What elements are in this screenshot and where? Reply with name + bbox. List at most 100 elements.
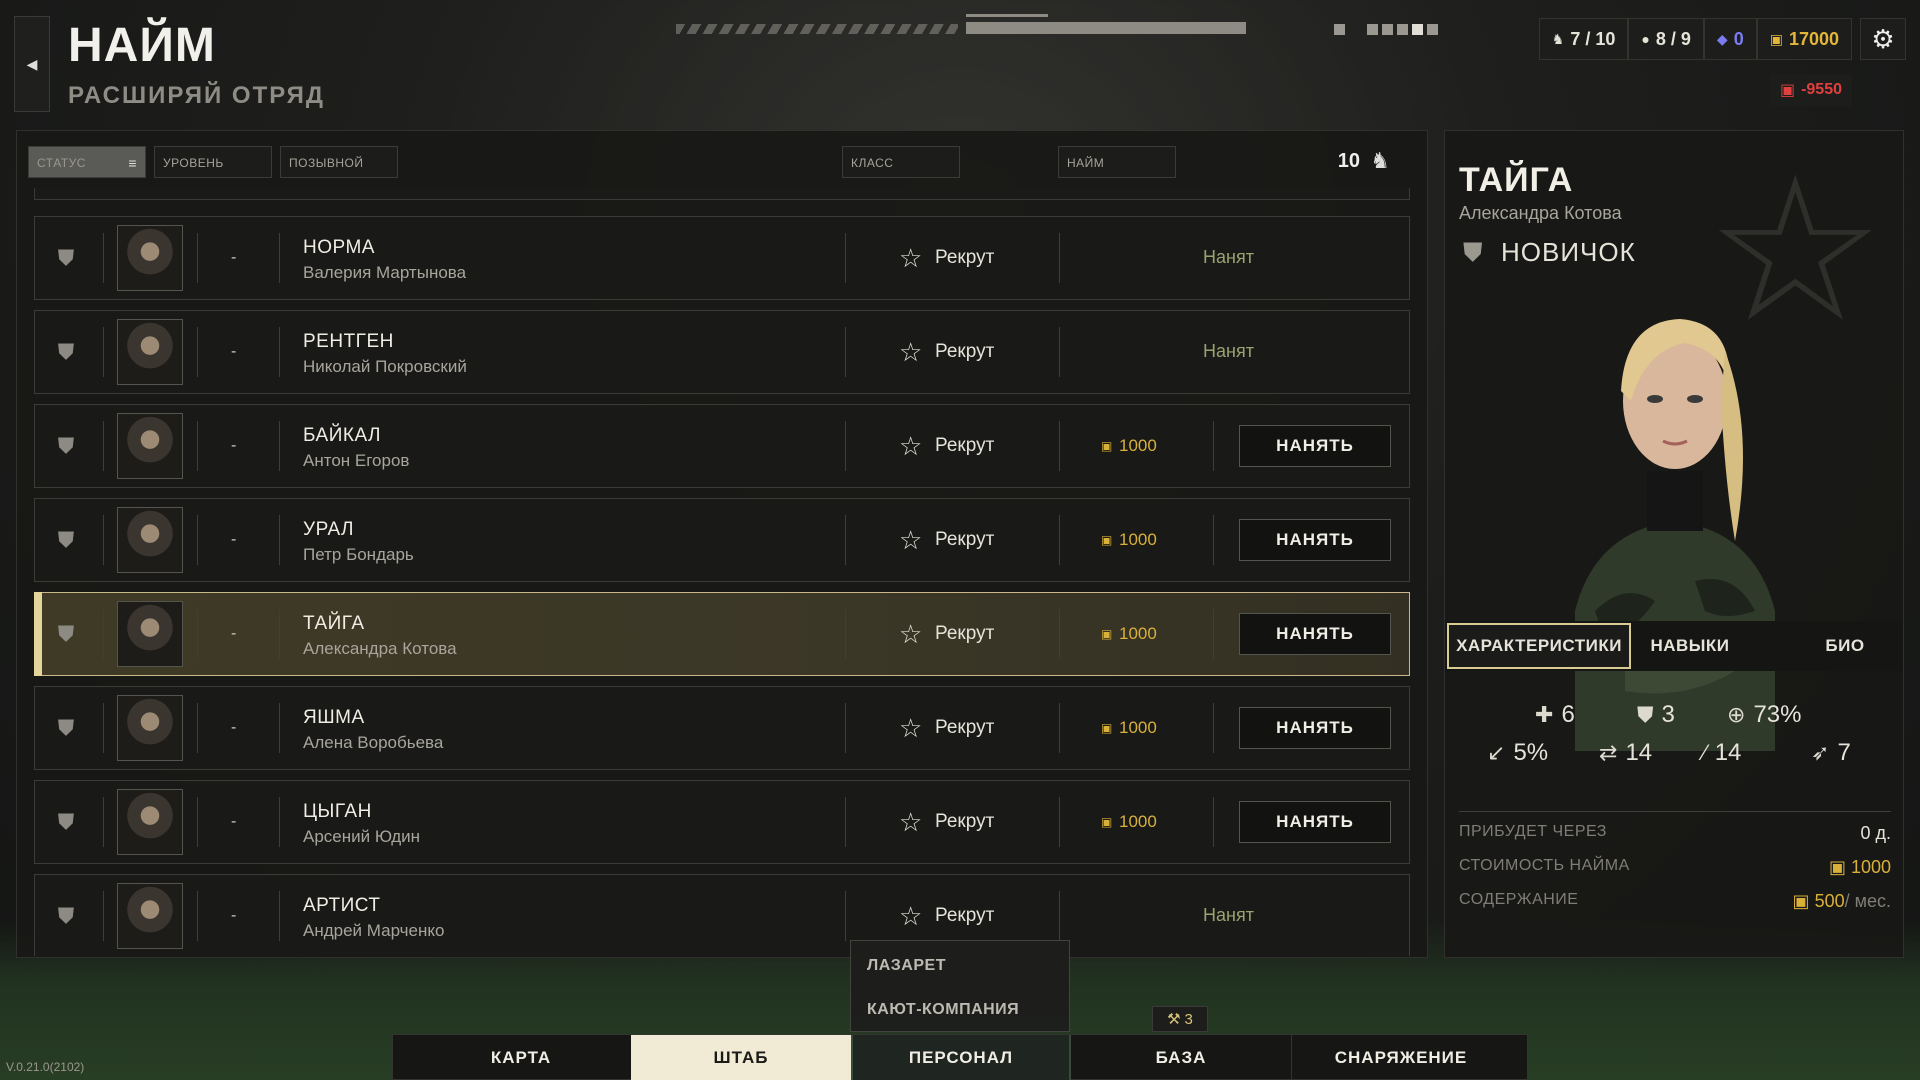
recruit-price: 1000	[1119, 530, 1157, 549]
recruit-avatar	[117, 507, 183, 573]
recruit-fullname: Николай Покровский	[303, 357, 467, 376]
recruit-price: 1000	[1119, 812, 1157, 831]
shield-star-icon: ⛊	[57, 903, 75, 928]
divider	[197, 797, 198, 847]
arrives-row: ПРИБУДЕТ ЧЕРЕЗ 0 д.	[1459, 823, 1891, 847]
recruit-fullname: Алена Воробьева	[303, 733, 444, 752]
diamond-icon: ◆	[1716, 30, 1728, 47]
shield-star-icon: ⛊	[57, 527, 75, 552]
shield-icon: ⛊	[1637, 702, 1654, 727]
resource-bar: ♞ 7 / 10 ● 8 / 9 ◆ 0 ▣ 17000	[1538, 18, 1852, 60]
menu-item-wardroom[interactable]: КАЮТ-КОМПАНИЯ	[867, 1001, 1019, 1019]
tab-bio[interactable]: БИО	[1805, 623, 1885, 669]
recruit-row[interactable]: ⛊ - УРАЛ Петр Бондарь ☆ Рекрут ▣ 1000 НАНЯТЬ	[34, 498, 1410, 582]
progress-solid-bar	[966, 22, 1246, 34]
star-icon: ☆	[899, 619, 923, 649]
recruit-level: -	[231, 719, 237, 736]
filter-class[interactable]: КЛАСС	[842, 146, 960, 178]
recruit-detail-panel: ☆ ТАЙГА Александра Котова ⛊ НОВИЧОК ХАРА…	[1444, 130, 1904, 958]
hire-button[interactable]: НАНЯТЬ	[1239, 425, 1391, 467]
recruit-callsign: РЕНТГЕН	[303, 331, 394, 352]
hire-button[interactable]: НАНЯТЬ	[1239, 801, 1391, 843]
settings-button[interactable]: ⚙	[1860, 18, 1906, 60]
expense-value: -9550	[1801, 81, 1842, 98]
divider	[1459, 811, 1891, 812]
shield-star-icon: ⛊	[57, 809, 75, 834]
recruit-callsign: АРТИСТ	[303, 895, 381, 916]
recruits-value: 7 / 10	[1570, 28, 1616, 49]
nav-tab-hq[interactable]: ШТАБ	[631, 1035, 851, 1080]
stat-accuracy: ⊕ 73%	[1727, 701, 1802, 728]
recruit-row[interactable]: ⛊ - ЦЫГАН Арсений Юдин ☆ Рекрут ▣ 1000 НАНЯТЬ	[34, 780, 1410, 864]
money-icon: ▣	[1101, 439, 1113, 453]
divider	[279, 233, 280, 283]
filter-level[interactable]: УРОВЕНЬ	[154, 146, 272, 178]
divider	[103, 421, 104, 471]
divider	[1059, 891, 1060, 941]
tab-characteristics[interactable]: ХАРАКТЕРИСТИКИ	[1447, 623, 1631, 669]
dot	[1367, 24, 1378, 35]
recruit-row[interactable]: ⛊ - ЯШМА Алена Воробьева ☆ Рекрут ▣ 1000 НАНЯТЬ	[34, 686, 1410, 770]
divider	[1213, 703, 1214, 753]
star-icon: ☆	[899, 243, 923, 273]
recruit-fullname: Андрей Марченко	[303, 921, 445, 940]
hire-button[interactable]: НАНЯТЬ	[1239, 707, 1391, 749]
hire-button[interactable]: НАНЯТЬ	[1239, 519, 1391, 561]
shield-star-icon: ⛊	[57, 245, 75, 270]
recruit-row[interactable]: ⛊ - ТАЙГА Александра Котова ☆ Рекрут ▣ 1000 НАНЯ…	[34, 592, 1410, 676]
recruit-row[interactable]: ⛊ - БАЙКАЛ Антон Егоров ☆ Рекрут ▣ 1000 НАНЯТЬ	[34, 404, 1410, 488]
person-icon: ●	[1641, 31, 1650, 47]
stat-armor: ⛊ 3	[1637, 701, 1675, 728]
arrives-label: ПРИБУДЕТ ЧЕРЕЗ	[1459, 823, 1607, 840]
tab-skills[interactable]: НАВЫКИ	[1635, 623, 1745, 669]
recruit-row[interactable]: ⛊ - АРТИСТ Андрей Марченко ☆ Рекрут Нанят	[34, 874, 1410, 956]
hire-button[interactable]: НАНЯТЬ	[1239, 613, 1391, 655]
money-icon: ▣	[1769, 30, 1783, 47]
dot	[1397, 24, 1408, 35]
nav-tab-map[interactable]: КАРТА	[411, 1035, 631, 1080]
diamonds-value: 0	[1733, 28, 1744, 49]
recruit-row[interactable]: ⛊ - РЕНТГЕН Николай Покровский ☆ Рекрут Нанят	[34, 310, 1410, 394]
recruit-avatar	[117, 789, 183, 855]
money-value: 17000	[1788, 28, 1839, 49]
stat-evasion: ⇄ 14	[1599, 739, 1653, 766]
hired-status: Нанят	[1203, 247, 1254, 267]
nav-tab-base[interactable]: БАЗА	[1071, 1035, 1291, 1080]
recruit-row[interactable]: ⛊ - НОРМА Валерия Мартынова ☆ Рекрут Нанят	[34, 216, 1410, 300]
arrives-value: 0 д.	[1860, 823, 1891, 843]
upkeep-row: СОДЕРЖАНИЕ ▣ 500/ мес.	[1459, 891, 1891, 915]
filter-hire[interactable]: НАЙМ	[1058, 146, 1176, 178]
money-icon: ▣	[1792, 891, 1815, 911]
money-counter: ▣ 17000	[1756, 18, 1852, 60]
divider	[103, 703, 104, 753]
divider	[845, 515, 846, 565]
stat-crit: ↙ 5%	[1487, 739, 1549, 766]
shield-star-icon: ⛊	[57, 339, 75, 364]
divider	[1059, 515, 1060, 565]
recruit-avatar	[117, 883, 183, 949]
divider	[197, 233, 198, 283]
divider	[1059, 703, 1060, 753]
divider	[1213, 797, 1214, 847]
divider	[845, 327, 846, 377]
divider	[103, 797, 104, 847]
star-icon: ☆	[899, 337, 923, 367]
divider	[279, 421, 280, 471]
recruit-callsign: ЦЫГАН	[303, 801, 372, 822]
recruit-callsign: ЯШМА	[303, 707, 365, 728]
back-button[interactable]: ◀	[14, 16, 50, 112]
dodge-icon: ⇄	[1599, 740, 1618, 765]
recruit-fullname: Валерия Мартынова	[303, 263, 467, 282]
divider	[845, 233, 846, 283]
nav-tab-personnel[interactable]: ПЕРСОНАЛ	[851, 1035, 1071, 1080]
menu-item-infirmary[interactable]: ЛАЗАРЕТ	[867, 957, 946, 975]
knife-icon: ⁄	[1703, 740, 1707, 765]
recruit-class: Рекрут	[935, 247, 995, 268]
recruit-class: Рекрут	[935, 811, 995, 832]
divider	[197, 421, 198, 471]
page-subtitle: РАСШИРЯЙ ОТРЯД	[68, 82, 325, 109]
money-icon: ▣	[1101, 721, 1113, 735]
filter-callsign[interactable]: ПОЗЫВНОЙ	[280, 146, 398, 178]
nav-tab-equipment[interactable]: СНАРЯЖЕНИЕ	[1291, 1035, 1511, 1080]
filter-status[interactable]: СТАТУС ≡	[28, 146, 146, 178]
